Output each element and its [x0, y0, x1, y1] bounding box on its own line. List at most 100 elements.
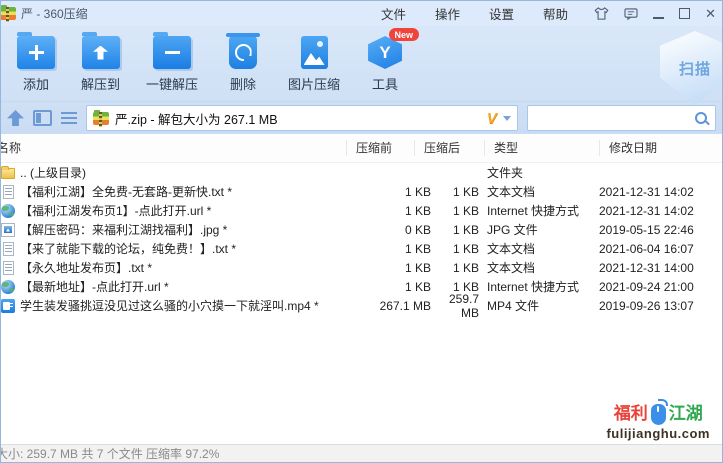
- txt-file-icon: [3, 261, 14, 275]
- file-name: 【来了就能下载的论坛，纯免费！】.txt *: [20, 240, 236, 257]
- file-name-cell: .. (上级目录): [1, 164, 333, 181]
- column-header-name[interactable]: 名称: [1, 140, 346, 156]
- size-before: 1 KB: [333, 242, 431, 256]
- table-row[interactable]: 【永久地址发布页】.txt *1 KB1 KB文本文档2021-12-31 14…: [1, 258, 722, 277]
- jpg-file-icon: [1, 223, 15, 237]
- zip-archive-icon: [0, 7, 16, 20]
- file-name-cell: 【来了就能下载的论坛，纯免费！】.txt *: [1, 240, 333, 257]
- 360zip-window: 严 - 360压缩 文件操作设置帮助 ✕ 添加解压到一键解压删除图片压缩New工…: [0, 0, 723, 463]
- toolbar-button-image-compress[interactable]: 图片压缩: [288, 36, 340, 93]
- file-type: 文件夹: [479, 164, 599, 181]
- titlebar: 严 - 360压缩 文件操作设置帮助 ✕: [1, 1, 722, 26]
- size-before: 1 KB: [333, 204, 431, 218]
- list-view-icon[interactable]: [61, 112, 77, 124]
- url-file-icon: [1, 280, 15, 294]
- size-after: 1 KB: [431, 185, 479, 199]
- table-row[interactable]: 【解压密码：来福利江湖找福利】.jpg *0 KB1 KBJPG 文件2019-…: [1, 220, 722, 239]
- mp4-file-icon: [1, 299, 15, 313]
- file-name-cell: 学生装发骚挑逗没见过这么骚的小穴摸一下就淫叫.mp4 *: [1, 297, 333, 314]
- close-icon[interactable]: ✕: [705, 7, 716, 20]
- file-name: 【福利江湖】全免费-无套路-更新快.txt *: [20, 183, 232, 200]
- feedback-icon[interactable]: [624, 8, 638, 20]
- brand-v-icon: V: [487, 110, 497, 127]
- address-bar[interactable]: 严.zip - 解包大小为 267.1 MB V: [86, 105, 518, 131]
- size-before: 267.1 MB: [333, 299, 431, 313]
- skin-shirt-icon[interactable]: [594, 7, 609, 20]
- size-after: 1 KB: [431, 242, 479, 256]
- watermark-text-right: 江湖: [669, 405, 703, 424]
- column-header-type[interactable]: 类型: [484, 140, 599, 156]
- navbar: 严.zip - 解包大小为 267.1 MB V: [1, 102, 722, 134]
- file-name-cell: 【福利江湖】全免费-无套路-更新快.txt *: [1, 183, 333, 200]
- file-name-cell: 【解压密码：来福利江湖找福利】.jpg *: [1, 221, 333, 238]
- toolbar: 添加解压到一键解压删除图片压缩New工具 扫描: [1, 26, 722, 102]
- address-dropdown-icon[interactable]: [503, 116, 511, 121]
- toolbar-button-tools[interactable]: New工具: [366, 36, 404, 93]
- toolbar-button-delete[interactable]: 删除: [224, 36, 262, 93]
- watermark-domain: fulijianghu.com: [606, 427, 710, 441]
- file-name-cell: 【最新地址】-点此打开.url *: [1, 278, 333, 295]
- minimize-icon[interactable]: [653, 9, 664, 19]
- toolbar-button-extract-to[interactable]: 解压到: [81, 36, 120, 93]
- file-rows: .. (上级目录)文件夹【福利江湖】全免费-无套路-更新快.txt *1 KB1…: [1, 163, 722, 315]
- table-row[interactable]: 【福利江湖发布页1】-点此打开.url *1 KB1 KBInternet 快捷…: [1, 201, 722, 220]
- maximize-icon[interactable]: [679, 8, 690, 19]
- menu-item-0[interactable]: 文件: [381, 4, 406, 23]
- file-list: 名称 压缩前 压缩后 类型 修改日期 .. (上级目录) 文件夹【福利江湖】全免费…: [1, 134, 722, 315]
- file-date: 2021-12-31 14:02: [599, 204, 722, 218]
- toolbar-button-label: 工具: [372, 74, 398, 93]
- toolbar-button-one-click-extract[interactable]: 一键解压: [146, 36, 198, 93]
- one-click-extract-icon: [153, 36, 191, 69]
- file-date: 2021-09-24 21:00: [599, 280, 722, 294]
- extract-to-icon: [82, 36, 120, 69]
- txt-file-icon: [3, 185, 14, 199]
- size-after: 1 KB: [431, 204, 479, 218]
- toolbar-button-label: 解压到: [81, 74, 120, 93]
- file-name: 【福利江湖发布页1】-点此打开.url *: [20, 202, 211, 219]
- search-box[interactable]: [527, 105, 716, 131]
- size-before: 1 KB: [333, 185, 431, 199]
- file-type: Internet 快捷方式: [479, 278, 599, 295]
- menu-item-3[interactable]: 帮助: [543, 4, 568, 23]
- menu-item-2[interactable]: 设置: [489, 4, 514, 23]
- archive-path: 严.zip - 解包大小为 267.1 MB: [115, 109, 481, 128]
- table-row[interactable]: 【来了就能下载的论坛，纯免费！】.txt *1 KB1 KB文本文档2021-0…: [1, 239, 722, 258]
- folder-icon: [1, 168, 15, 179]
- image-compress-icon: [301, 36, 328, 69]
- status-bar: 大小: 259.7 MB 共 7 个文件 压缩率 97.2%: [1, 444, 722, 462]
- txt-file-icon: [3, 242, 14, 256]
- file-type: 文本文档: [479, 183, 599, 200]
- file-date: 2021-06-04 16:07: [599, 242, 722, 256]
- size-after: 259.7 MB: [431, 292, 479, 320]
- column-header-date[interactable]: 修改日期: [599, 140, 722, 156]
- file-type: 文本文档: [479, 240, 599, 257]
- table-row[interactable]: 学生装发骚挑逗没见过这么骚的小穴摸一下就淫叫.mp4 *267.1 MB259.…: [1, 296, 722, 315]
- file-type: Internet 快捷方式: [479, 202, 599, 219]
- column-header-size-after[interactable]: 压缩后: [414, 140, 484, 156]
- size-after: 1 KB: [431, 223, 479, 237]
- menu-item-1[interactable]: 操作: [435, 4, 460, 23]
- file-type: 文本文档: [479, 259, 599, 276]
- file-date: 2021-12-31 14:00: [599, 261, 722, 275]
- new-badge: New: [389, 28, 420, 41]
- file-name-cell: 【永久地址发布页】.txt *: [1, 259, 333, 276]
- scan-button[interactable]: 扫描: [660, 31, 723, 105]
- toolbar-button-label: 图片压缩: [288, 74, 340, 93]
- column-header-size-before[interactable]: 压缩前: [346, 140, 414, 156]
- search-icon[interactable]: [695, 112, 707, 124]
- mouse-icon: [651, 404, 666, 425]
- list-header: 名称 压缩前 压缩后 类型 修改日期: [1, 134, 722, 163]
- toolbar-button-add-folder[interactable]: 添加: [17, 36, 55, 93]
- file-name: .. (上级目录): [20, 164, 86, 181]
- table-row[interactable]: 【最新地址】-点此打开.url *1 KB1 KBInternet 快捷方式20…: [1, 277, 722, 296]
- pane-view-icon[interactable]: [33, 110, 52, 126]
- size-before: 1 KB: [333, 280, 431, 294]
- file-name: 【解压密码：来福利江湖找福利】.jpg *: [20, 221, 227, 238]
- file-name: 学生装发骚挑逗没见过这么骚的小穴摸一下就淫叫.mp4 *: [20, 297, 319, 314]
- up-level-icon[interactable]: [7, 110, 24, 126]
- table-row[interactable]: .. (上级目录) 文件夹: [1, 163, 722, 182]
- toolbar-buttons: 添加解压到 一键解压删除图片压缩 New工具: [17, 36, 404, 93]
- table-row[interactable]: 【福利江湖】全免费-无套路-更新快.txt *1 KB1 KB文本文档2021-…: [1, 182, 722, 201]
- search-input[interactable]: [536, 110, 695, 126]
- file-date: 2021-12-31 14:02: [599, 185, 722, 199]
